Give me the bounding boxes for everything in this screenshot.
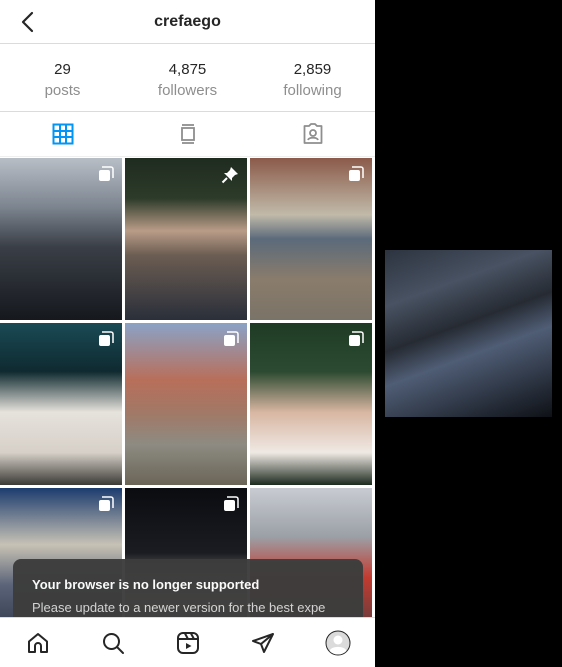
- direct-icon: [251, 632, 274, 653]
- tab-tagged[interactable]: [250, 112, 375, 156]
- multiple-posts-icon: [99, 331, 114, 346]
- toast-message: Please update to a newer version for the…: [32, 600, 326, 615]
- following-label: following: [283, 82, 342, 99]
- profile-tabs: [0, 112, 375, 157]
- pin-icon: [221, 167, 238, 184]
- followers-label: followers: [157, 82, 218, 99]
- following-count: 2,859: [293, 61, 332, 78]
- post-thumbnail[interactable]: [250, 158, 372, 320]
- posts-stat[interactable]: 29 posts: [0, 45, 125, 111]
- multiple-posts-icon: [224, 331, 239, 346]
- feed-icon: [180, 124, 195, 144]
- multiple-posts-icon: [349, 166, 364, 181]
- profile-avatar: [325, 630, 350, 655]
- nav-profile[interactable]: [300, 618, 375, 667]
- post-thumbnail[interactable]: [125, 158, 247, 320]
- profile-username: crefaego: [154, 13, 221, 30]
- post-thumbnail[interactable]: [0, 323, 122, 485]
- post-thumbnail[interactable]: [250, 323, 372, 485]
- multiple-posts-icon: [99, 166, 114, 181]
- followers-count: 4,875: [168, 61, 207, 78]
- top-bar: crefaego: [0, 0, 375, 44]
- grid-icon: [52, 123, 73, 145]
- tab-grid[interactable]: [0, 112, 125, 156]
- tagged-icon: [303, 123, 322, 144]
- followers-stat[interactable]: 4,875 followers: [125, 45, 250, 111]
- following-stat[interactable]: 2,859 following: [250, 45, 375, 111]
- multiple-posts-icon: [349, 331, 364, 346]
- nav-search[interactable]: [75, 618, 150, 667]
- tab-feed[interactable]: [125, 112, 250, 156]
- bottom-navigation: [0, 617, 375, 667]
- nav-direct[interactable]: [225, 618, 300, 667]
- multiple-posts-icon: [99, 496, 114, 511]
- instagram-profile-app: crefaego 29 posts 4,875 followers 2,859 …: [0, 0, 375, 667]
- posts-label: posts: [44, 82, 81, 99]
- nav-reels[interactable]: [150, 618, 225, 667]
- side-photo: [385, 250, 552, 417]
- post-thumbnail[interactable]: [125, 323, 247, 485]
- reels-icon: [176, 631, 199, 654]
- profile-stats: 29 posts 4,875 followers 2,859 following: [0, 45, 375, 112]
- nav-home[interactable]: [0, 618, 75, 667]
- toast-title: Your browser is no longer supported: [32, 577, 260, 592]
- post-thumbnail[interactable]: [0, 158, 122, 320]
- multiple-posts-icon: [224, 496, 239, 511]
- search-icon: [102, 632, 124, 654]
- posts-count: 29: [54, 61, 71, 78]
- home-icon: [27, 632, 48, 653]
